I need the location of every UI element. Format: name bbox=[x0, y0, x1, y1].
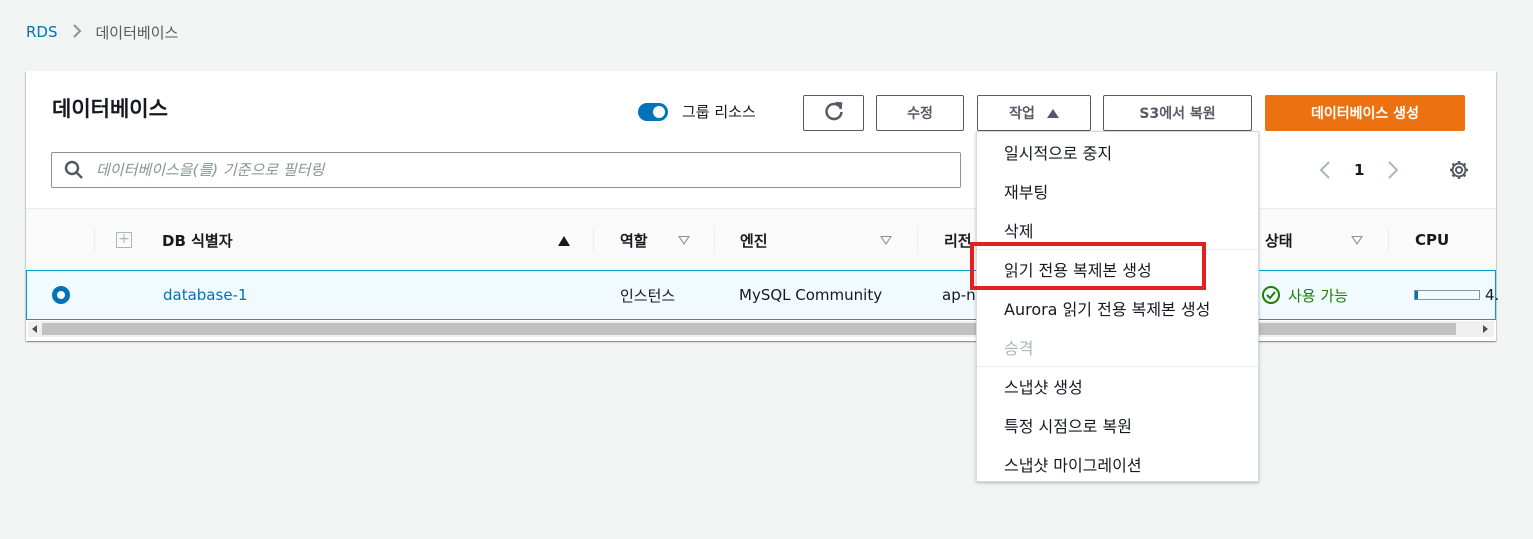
panel-title: 데이터베이스 bbox=[52, 97, 168, 121]
table-row[interactable]: database-1 인스턴스 MySQL Community ap-n 사용 … bbox=[26, 270, 1499, 320]
menu-item-create-aurora-read-replica[interactable]: Aurora 읽기 전용 복제본 생성 bbox=[977, 288, 1258, 327]
filter-search-box[interactable] bbox=[51, 152, 961, 188]
caret-up-icon bbox=[1046, 108, 1059, 118]
scroll-right-icon[interactable] bbox=[1483, 325, 1488, 333]
sort-icon[interactable] bbox=[1351, 236, 1363, 245]
menu-item-reboot[interactable]: 재부팅 bbox=[977, 171, 1258, 210]
group-resources-toggle[interactable]: 그룹 리소스 bbox=[638, 101, 756, 122]
sort-asc-icon[interactable] bbox=[558, 236, 570, 246]
refresh-icon bbox=[823, 100, 845, 126]
sort-icon[interactable] bbox=[678, 236, 690, 245]
column-cpu[interactable]: CPU bbox=[1415, 209, 1449, 271]
row-select-radio[interactable] bbox=[52, 286, 70, 304]
db-identifier-link[interactable]: database-1 bbox=[163, 271, 248, 319]
column-engine[interactable]: 엔진 bbox=[740, 209, 768, 271]
expand-all-icon[interactable]: + bbox=[116, 232, 132, 248]
toggle-switch[interactable] bbox=[638, 102, 668, 121]
next-page-icon[interactable] bbox=[1384, 158, 1402, 182]
cell-engine: MySQL Community bbox=[739, 286, 883, 304]
cpu-value: 4. bbox=[1485, 286, 1500, 304]
menu-item-restore-point-in-time[interactable]: 특정 시점으로 복원 bbox=[977, 405, 1258, 444]
prev-page-icon[interactable] bbox=[1316, 158, 1334, 182]
breadcrumb-current: 데이터베이스 bbox=[95, 23, 179, 42]
toggle-label: 그룹 리소스 bbox=[682, 103, 756, 121]
gear-icon[interactable] bbox=[1448, 159, 1470, 181]
cell-status: 사용 가능 bbox=[1262, 271, 1348, 319]
cell-role: 인스턴스 bbox=[620, 286, 676, 305]
menu-item-migrate-snapshot[interactable]: 스냅샷 마이그레이션 bbox=[977, 444, 1258, 483]
edit-button[interactable]: 수정 bbox=[876, 95, 964, 131]
search-icon bbox=[64, 160, 84, 180]
restore-from-s3-button[interactable]: S3에서 복원 bbox=[1103, 95, 1252, 131]
create-database-button[interactable]: 데이터베이스 생성 bbox=[1265, 95, 1465, 131]
column-status[interactable]: 상태 bbox=[1265, 209, 1293, 271]
pagination: 1 bbox=[1316, 156, 1402, 184]
menu-item-take-snapshot[interactable]: 스냅샷 생성 bbox=[977, 366, 1258, 405]
databases-panel: 데이터베이스 그룹 리소스 수정 작업 S3에서 복원 데이터베이스 생성 1 … bbox=[26, 71, 1499, 341]
horizontal-scrollbar[interactable] bbox=[28, 321, 1494, 337]
actions-dropdown-menu: 일시적으로 중지 재부팅 삭제 읽기 전용 복제본 생성 Aurora 읽기 전… bbox=[976, 131, 1259, 482]
refresh-button[interactable] bbox=[803, 95, 864, 131]
breadcrumb-rds-link[interactable]: RDS bbox=[26, 23, 58, 41]
menu-item-stop-temporarily[interactable]: 일시적으로 중지 bbox=[977, 132, 1258, 171]
chevron-right-icon bbox=[72, 23, 82, 42]
check-circle-icon bbox=[1262, 286, 1280, 304]
actions-label: 작업 bbox=[1009, 106, 1035, 122]
column-role[interactable]: 역할 bbox=[620, 209, 648, 271]
scroll-left-icon[interactable] bbox=[32, 325, 37, 333]
cpu-progress-bar bbox=[1414, 290, 1480, 300]
column-region[interactable]: 리전 bbox=[944, 209, 972, 271]
current-page[interactable]: 1 bbox=[1354, 161, 1364, 179]
menu-item-promote: 승격 bbox=[1004, 338, 1034, 358]
filter-input[interactable] bbox=[96, 161, 936, 179]
highlight-annotation-box bbox=[970, 242, 1206, 290]
sort-icon[interactable] bbox=[880, 236, 892, 245]
breadcrumb: RDS 데이터베이스 bbox=[26, 20, 178, 44]
status-text: 사용 가능 bbox=[1288, 286, 1348, 305]
table-header: + DB 식별자 역할 엔진 리전 상태 CPU bbox=[26, 208, 1496, 270]
column-db-identifier[interactable]: DB 식별자 bbox=[162, 209, 233, 271]
cell-cpu: 4. bbox=[1414, 271, 1499, 319]
actions-button[interactable]: 작업 bbox=[977, 95, 1091, 131]
